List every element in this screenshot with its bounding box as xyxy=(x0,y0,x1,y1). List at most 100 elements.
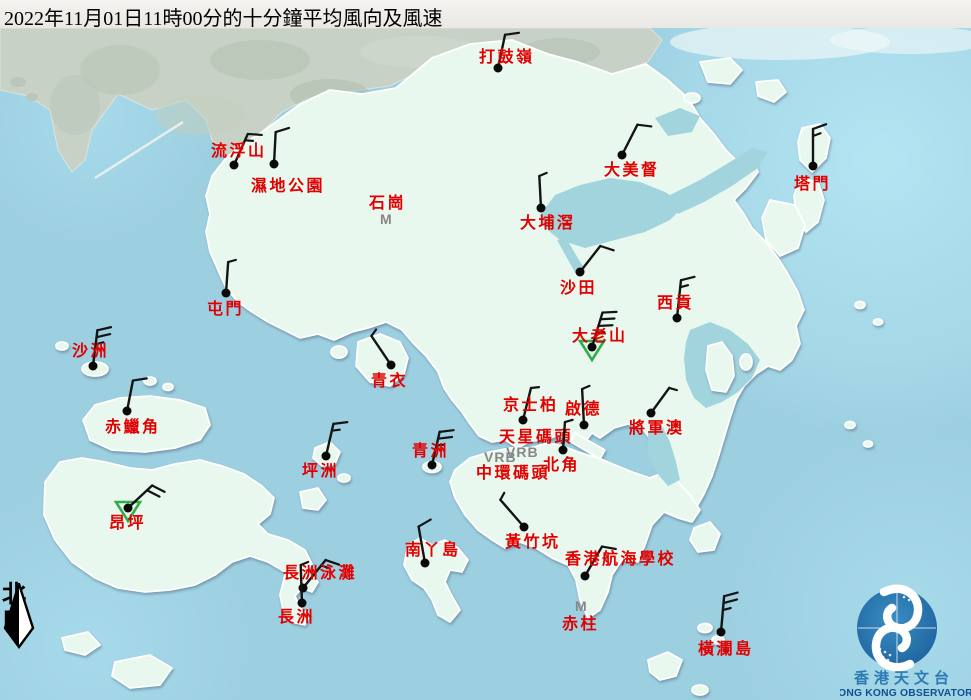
wind-map-page: 2022年11月01日11時00分的十分鐘平均風向及風速 打鼓嶺流浮山濕地公園M… xyxy=(0,0,971,700)
station-label-stanley: 赤柱 xyxy=(562,614,599,633)
station-label-wong-chuk-hang: 黃竹坑 xyxy=(504,532,561,551)
station-dot xyxy=(519,416,528,425)
station-label-sha-tin: 沙田 xyxy=(560,279,597,297)
compass: 北 N xyxy=(2,583,42,633)
station-ta-kwu-ling: 打鼓嶺 xyxy=(479,33,535,73)
hko-logo-icon: 香港天文台 HONG KONG OBSERVATORY xyxy=(840,578,971,700)
station-wong-chuk-hang: 黃竹坑 xyxy=(500,493,560,551)
station-dot xyxy=(89,362,98,371)
station-label-tsing-yi: 青衣 xyxy=(371,371,408,390)
station-ngong-ping: 昂坪 xyxy=(109,485,165,532)
wind-barb-staff xyxy=(580,246,600,272)
wind-barb-staff xyxy=(301,565,302,603)
station-lamma-island: 南丫島 xyxy=(405,520,461,568)
station-dot xyxy=(298,599,307,608)
wind-barb-full xyxy=(97,334,111,337)
station-sai-kung: 西貢 xyxy=(657,277,695,323)
station-label-chek-lap-kok: 赤鱲角 xyxy=(105,417,161,436)
station-dot xyxy=(428,461,437,470)
station-label-sha-chau: 沙洲 xyxy=(72,342,109,360)
station-chek-lap-kok: 赤鱲角 xyxy=(105,378,161,436)
wind-barb-full xyxy=(133,378,147,380)
station-label-ngong-ping: 昂坪 xyxy=(109,514,146,532)
station-label-shek-kong: 石崗 xyxy=(368,193,406,212)
station-dot xyxy=(673,314,682,323)
station-dot xyxy=(580,421,589,430)
station-tuen-mun: 屯門 xyxy=(207,260,244,318)
wind-barb-full xyxy=(147,490,159,496)
station-dot xyxy=(387,361,396,370)
station-dot xyxy=(520,523,529,532)
wind-barb-half xyxy=(531,387,539,388)
stations-layer: 打鼓嶺流浮山濕地公園M石崗大美督大埔滘塔門屯門沙洲赤鱲角沙田西貢大老山青衣坪洲青… xyxy=(0,0,971,700)
missing-data-marker: M xyxy=(575,598,588,614)
station-label-tseung-kwan-o: 將軍澳 xyxy=(629,418,685,437)
compass-needle-icon xyxy=(2,583,38,651)
station-lau-fau-shan: 流浮山 xyxy=(211,134,267,170)
station-dot xyxy=(230,161,239,170)
station-label-tap-mun: 塔門 xyxy=(794,174,831,193)
station-tai-po-kau: 大埔滘 xyxy=(520,173,576,232)
station-label-north-point: 北角 xyxy=(543,455,580,474)
station-dot xyxy=(299,584,308,593)
station-label-ta-kwu-ling: 打鼓嶺 xyxy=(479,47,535,66)
station-cheung-chau-beach: 長洲泳灘 xyxy=(283,560,357,592)
station-label-star-ferry-pier: 天星碼頭 xyxy=(499,428,573,446)
hko-name-zh: 香港天文台 xyxy=(854,669,954,687)
missing-data-marker: M xyxy=(380,211,393,227)
station-label-kings-park: 京士柏 xyxy=(503,395,559,414)
wind-barb-full xyxy=(724,593,738,597)
station-tsing-yi: 青衣 xyxy=(371,330,408,390)
wind-barb-full xyxy=(600,246,613,250)
wind-barb-full xyxy=(276,128,289,132)
station-central-pier: VRB中環碼頭 xyxy=(476,449,550,482)
station-green-island: 青洲 xyxy=(412,430,454,469)
wind-barb-full xyxy=(438,437,452,439)
wind-barb-staff xyxy=(721,596,724,632)
station-wetland-park: 濕地公園 xyxy=(251,128,325,195)
station-label-wetland-park: 濕地公園 xyxy=(251,176,325,195)
station-dot xyxy=(222,289,231,298)
station-dot xyxy=(717,628,726,637)
station-tates-cairn: 大老山 xyxy=(572,312,628,360)
station-dot xyxy=(270,160,279,169)
station-dot xyxy=(581,572,590,581)
wind-barb-full xyxy=(637,125,651,127)
wind-barb-full xyxy=(326,560,339,565)
wind-barb-full xyxy=(505,33,519,35)
wind-barb-staff xyxy=(651,388,669,413)
station-label-central-pier: 中環碼頭 xyxy=(476,463,550,482)
wind-barb-full xyxy=(724,599,738,603)
station-dot xyxy=(576,268,585,277)
station-stanley: M赤柱 xyxy=(562,598,599,633)
wind-barb-half xyxy=(582,386,589,389)
station-north-point: 北角 xyxy=(543,420,580,474)
station-label-tai-po-kau: 大埔滘 xyxy=(520,213,576,232)
station-sha-tin: 沙田 xyxy=(560,246,614,297)
station-label-kai-tak: 啟德 xyxy=(565,399,602,418)
wind-barb-half xyxy=(371,330,376,336)
wind-barb-staff xyxy=(127,381,133,411)
station-sha-chau: 沙洲 xyxy=(72,327,111,370)
station-shek-kong: M石崗 xyxy=(368,193,406,227)
station-label-tai-mei-tuk: 大美督 xyxy=(604,160,660,179)
station-dot xyxy=(618,151,627,160)
wind-barb-staff xyxy=(274,132,276,164)
wind-barb-full xyxy=(440,430,454,432)
wind-barb-half xyxy=(539,173,546,176)
station-kai-tak: 啟德 xyxy=(565,386,602,430)
hko-name-en: HONG KONG OBSERVATORY xyxy=(840,688,971,699)
station-label-cheung-chau: 長洲 xyxy=(278,608,315,626)
wind-barb-half xyxy=(228,260,236,262)
wind-barb-staff xyxy=(539,176,541,208)
station-peng-chau: 坪洲 xyxy=(302,422,347,480)
wind-barb-staff xyxy=(326,424,333,456)
station-dot xyxy=(421,559,430,568)
station-label-cheung-chau-beach: 長洲泳灘 xyxy=(283,563,357,582)
variable-wind-marker: VRB xyxy=(484,449,517,465)
station-hk-sea-school: 香港航海學校 xyxy=(564,547,676,581)
wind-barb-half xyxy=(332,430,340,431)
station-dot xyxy=(559,446,568,455)
station-label-lamma-island: 南丫島 xyxy=(405,540,461,559)
map-title: 2022年11月01日11時00分的十分鐘平均風向及風速 xyxy=(4,2,443,31)
